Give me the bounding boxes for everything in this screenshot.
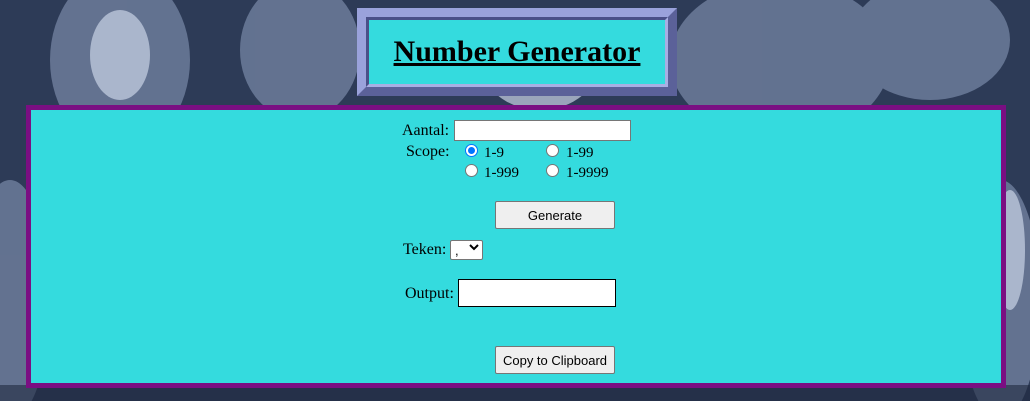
scope-option-label: 1-999 [484, 165, 519, 181]
scope-option-label: 1-99 [566, 145, 594, 161]
separator-select[interactable]: , [450, 240, 483, 260]
chevron-down-icon [469, 242, 479, 255]
scope-radio-1-9[interactable] [465, 144, 478, 157]
scope-radio-1-9999[interactable] [546, 164, 559, 177]
scope-radio-1-99[interactable] [546, 144, 559, 157]
scope-option-label: 1-9999 [566, 165, 609, 181]
separator-label: Teken: [403, 241, 447, 258]
copy-to-clipboard-button[interactable]: Copy to Clipboard [495, 346, 615, 374]
generate-button[interactable]: Generate [495, 201, 615, 229]
page-title: Number Generator [393, 35, 641, 68]
scope-label: Scope: [406, 143, 450, 160]
form-panel: Aantal: Scope: 1-9 1-99 1-999 1-9999 Gen… [26, 105, 1006, 388]
scope-option-label: 1-9 [484, 145, 504, 161]
output-label: Output: [405, 285, 454, 302]
separator-value: , [455, 242, 459, 258]
amount-input[interactable] [454, 120, 631, 141]
title-frame: Number Generator [357, 8, 677, 96]
title-inner-frame: Number Generator [366, 17, 668, 87]
amount-label: Aantal: [402, 122, 450, 139]
scope-radio-1-999[interactable] [465, 164, 478, 177]
output-field[interactable] [458, 279, 616, 307]
